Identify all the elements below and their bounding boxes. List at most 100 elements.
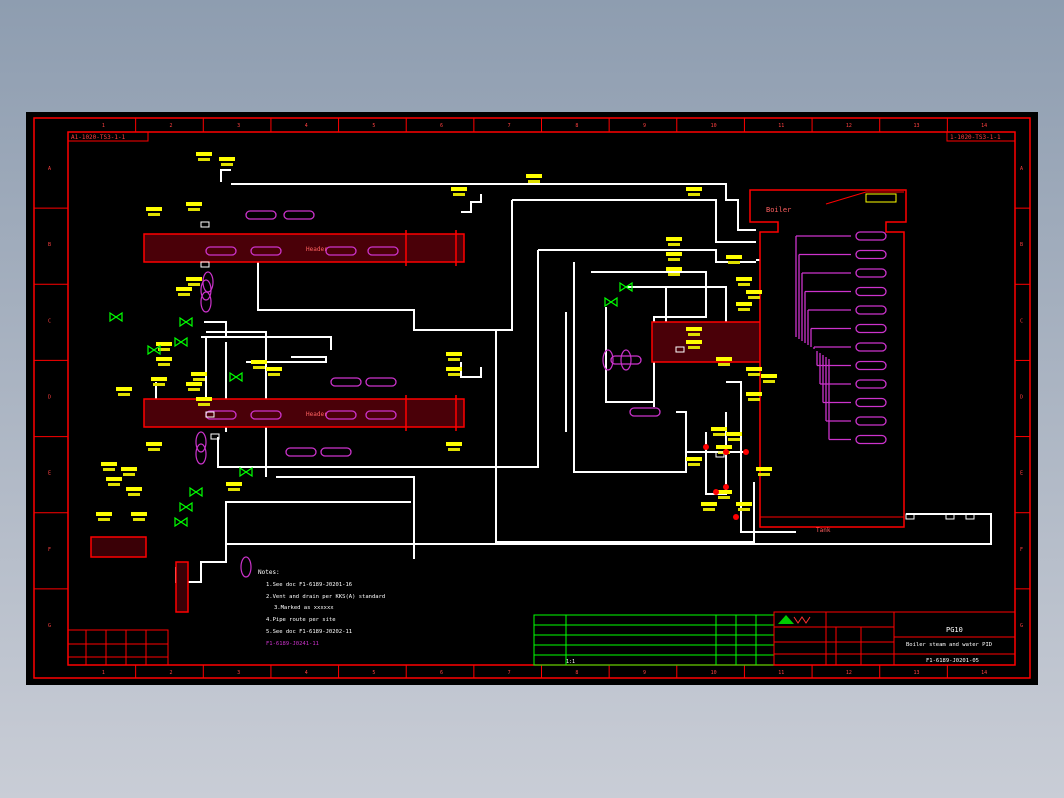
grid-number-bottom: 14 <box>981 670 987 676</box>
valve-icon <box>239 466 253 478</box>
tag-label <box>226 482 242 486</box>
grid-number-top: 6 <box>440 123 443 129</box>
grid-number-top: 13 <box>914 123 920 129</box>
tank-vessel-icon <box>90 536 189 613</box>
tag-label <box>188 388 200 391</box>
grid-letter-left: A <box>48 166 51 172</box>
note-1: 1.See doc F1-6189-J0201-16 <box>266 582 352 588</box>
tag-label <box>711 427 727 431</box>
tag-label <box>718 363 730 366</box>
lower-drum-label: Header <box>306 411 328 418</box>
notes-block: Notes: 1.See doc F1-6189-J0201-16 2.Vent… <box>258 569 385 647</box>
grid-letter-right: E <box>1020 471 1023 477</box>
tag-label <box>748 373 760 376</box>
valve-icon <box>703 444 709 450</box>
grid-number-bottom: 1 <box>102 670 105 676</box>
tag-label <box>728 261 740 264</box>
instrument-icon <box>620 349 632 371</box>
tag-label <box>186 277 202 281</box>
tag-label <box>108 483 120 486</box>
tag-label <box>703 508 715 511</box>
tag-label <box>688 463 700 466</box>
tag-label <box>103 468 115 471</box>
grid-number-top: 5 <box>372 123 375 129</box>
tag-label <box>746 392 762 396</box>
grid-letter-left: B <box>48 242 51 248</box>
coil-bubble <box>285 447 317 457</box>
drawing-title: Boiler steam and water PID <box>906 642 992 648</box>
tag-label <box>151 377 167 381</box>
tag-label <box>688 193 700 196</box>
tag-label <box>448 373 460 376</box>
note-4: 4.Pipe route per site <box>266 617 336 623</box>
grid-number-top: 4 <box>305 123 308 129</box>
note-3: 3.Marked as xxxxxx <box>274 605 334 611</box>
tag-label <box>126 487 142 491</box>
tag-label <box>746 367 762 371</box>
tag-label <box>268 373 280 376</box>
tag-label <box>186 202 202 206</box>
tag-label <box>526 174 542 178</box>
tag-label <box>686 327 702 331</box>
tag-label <box>228 488 240 491</box>
tag-label <box>668 243 680 246</box>
tag-label <box>528 180 540 183</box>
tag-label <box>666 252 682 256</box>
tag-label <box>726 432 742 436</box>
lower-drum <box>143 395 465 431</box>
tag-label <box>191 372 207 376</box>
tag-label <box>198 158 210 161</box>
coil-bubble <box>610 355 642 365</box>
tag-label <box>146 207 162 211</box>
tag-label <box>98 518 110 521</box>
grid-letter-right: G <box>1020 623 1023 629</box>
drawing-code-right: 1-1020-TS3-1-1 <box>950 134 1001 141</box>
grid-number-bottom: 12 <box>846 670 852 676</box>
valve-icon <box>174 336 188 348</box>
instrument-icon <box>195 431 207 453</box>
tag-label <box>188 208 200 211</box>
valve-icon <box>713 489 719 495</box>
tag-label <box>736 277 752 281</box>
tag-label <box>101 462 117 466</box>
tag-label <box>253 366 265 369</box>
grid-letter-left: C <box>48 318 51 324</box>
tag-label <box>121 467 137 471</box>
valve-icon <box>723 449 729 455</box>
tag-label <box>688 333 700 336</box>
instrument-icon <box>195 443 207 465</box>
tag-label <box>748 296 760 299</box>
tag-label <box>158 363 170 366</box>
tag-label <box>713 433 725 436</box>
tag-label <box>96 512 112 516</box>
tag-label <box>758 473 770 476</box>
tag-label <box>196 152 212 156</box>
instrument-icon <box>202 271 214 293</box>
grid-number-top: 12 <box>846 123 852 129</box>
tag-label <box>448 358 460 361</box>
tag-label <box>738 283 750 286</box>
tag-label <box>118 393 130 396</box>
tag-label <box>668 273 680 276</box>
valve-icon <box>200 221 210 228</box>
valve-icon <box>743 449 749 455</box>
tag-label <box>156 357 172 361</box>
tag-label <box>193 378 205 381</box>
tag-label <box>176 287 192 291</box>
tag-label <box>736 302 752 306</box>
grid-letter-right: A <box>1020 166 1023 172</box>
grid-number-bottom: 6 <box>440 670 443 676</box>
grid-number-bottom: 8 <box>575 670 578 676</box>
grid-number-bottom: 11 <box>778 670 784 676</box>
grid-letter-right: B <box>1020 242 1023 248</box>
instrument-icon <box>240 556 252 578</box>
tag-label <box>188 283 200 286</box>
tag-label <box>266 367 282 371</box>
coil-bubble <box>283 210 315 220</box>
tag-label <box>221 163 233 166</box>
drawing-code-left: A1-1020-TS3-1-1 <box>71 134 126 141</box>
tag-label <box>146 442 162 446</box>
note-highlight: F1-6189-J0241-11 <box>266 641 319 647</box>
grid-number-bottom: 2 <box>169 670 172 676</box>
valve-icon <box>229 371 243 383</box>
